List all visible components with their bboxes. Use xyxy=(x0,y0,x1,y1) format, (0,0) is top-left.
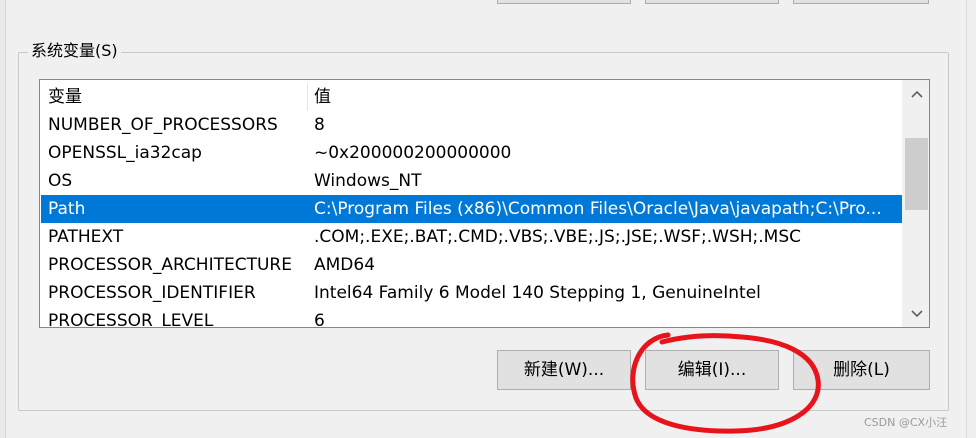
column-divider[interactable] xyxy=(307,83,308,111)
variable-value: C:\Program Files (x86)\Common Files\Orac… xyxy=(314,199,882,219)
vertical-scrollbar[interactable] xyxy=(902,80,929,327)
watermark: CSDN @CX小汪 xyxy=(864,416,948,429)
variable-value: AMD64 xyxy=(314,255,376,275)
scrollbar-thumb[interactable] xyxy=(905,138,928,210)
variable-value: Windows_NT xyxy=(314,171,422,191)
window-edge xyxy=(0,0,6,438)
table-row-selected[interactable]: Path C:\Program Files (x86)\Common Files… xyxy=(41,195,902,223)
user-new-button[interactable] xyxy=(497,0,631,4)
user-edit-button[interactable] xyxy=(645,0,779,4)
list-header: 变量 值 xyxy=(41,83,902,111)
column-header-value[interactable]: 值 xyxy=(314,83,902,111)
variable-name: PROCESSOR_LEVEL xyxy=(48,311,214,328)
variable-name: OS xyxy=(48,171,73,191)
table-row[interactable]: PROCESSOR_IDENTIFIER Intel64 Family 6 Mo… xyxy=(41,279,902,307)
variable-value: 8 xyxy=(314,115,325,135)
variable-name: PROCESSOR_ARCHITECTURE xyxy=(48,255,292,275)
window-edge-right xyxy=(966,0,967,438)
table-row[interactable]: OPENSSL_ia32cap ~0x200000200000000 xyxy=(41,139,902,167)
delete-button[interactable]: 删除(L) xyxy=(793,350,930,390)
table-row[interactable]: PATHEXT .COM;.EXE;.BAT;.CMD;.VBS;.VBE;.J… xyxy=(41,223,902,251)
table-row[interactable]: PROCESSOR_LEVEL 6 xyxy=(41,307,902,328)
variable-name: OPENSSL_ia32cap xyxy=(48,143,202,163)
system-variables-list[interactable]: 变量 值 NUMBER_OF_PROCESSORS 8 OPENSSL_ia32… xyxy=(39,79,930,328)
table-row[interactable]: OS Windows_NT xyxy=(41,167,902,195)
variable-value: Intel64 Family 6 Model 140 Stepping 1, G… xyxy=(314,283,761,303)
system-variables-label: 系统变量(S) xyxy=(28,40,121,62)
column-header-variable[interactable]: 变量 xyxy=(48,83,306,111)
variable-value: ~0x200000200000000 xyxy=(314,143,512,163)
environment-variables-dialog: 系统变量(S) 变量 值 NUMBER_OF_PROCESSORS 8 OPEN… xyxy=(0,0,976,438)
edit-button[interactable]: 编辑(I)... xyxy=(645,350,779,390)
table-row[interactable]: NUMBER_OF_PROCESSORS 8 xyxy=(41,111,902,139)
chevron-up-icon[interactable] xyxy=(903,80,929,107)
variable-name: Path xyxy=(48,199,86,219)
variable-name: PATHEXT xyxy=(48,227,124,247)
variable-name: NUMBER_OF_PROCESSORS xyxy=(48,115,278,135)
table-row[interactable]: PROCESSOR_ARCHITECTURE AMD64 xyxy=(41,251,902,279)
new-button[interactable]: 新建(W)... xyxy=(497,350,631,390)
variable-value: .COM;.EXE;.BAT;.CMD;.VBS;.VBE;.JS;.JSE;.… xyxy=(314,227,802,247)
user-delete-button[interactable] xyxy=(793,0,929,4)
chevron-down-icon[interactable] xyxy=(903,300,929,327)
variable-value: 6 xyxy=(314,311,325,328)
variable-name: PROCESSOR_IDENTIFIER xyxy=(48,283,256,303)
